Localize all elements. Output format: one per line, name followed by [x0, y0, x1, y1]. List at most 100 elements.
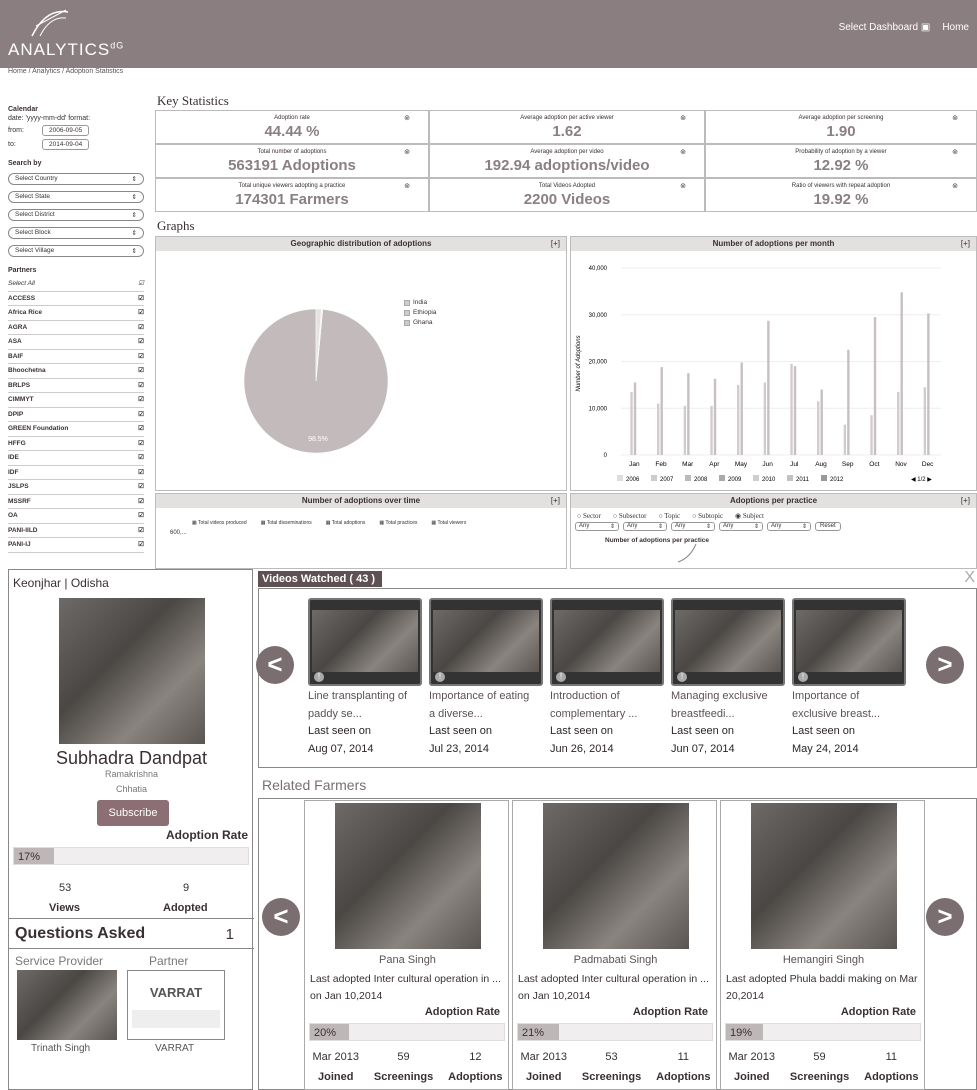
bar-2011-aug[interactable] — [820, 389, 823, 455]
checkbox-icon[interactable]: ☑ — [138, 306, 144, 320]
partner-item[interactable]: IDE ☑ — [8, 451, 144, 466]
overtime-legend-item[interactable]: ▦ Total disseminations — [261, 520, 312, 526]
expand-button[interactable]: [+] — [551, 494, 560, 508]
partner-item[interactable]: ASA ☑ — [8, 335, 144, 350]
partner-item[interactable]: PANI-IILD ☑ — [8, 524, 144, 538]
video-title[interactable]: Line transplanting of — [308, 688, 430, 706]
radio-subtopic[interactable]: ○ Subtopic — [692, 512, 723, 520]
checkbox-icon[interactable]: ☑ — [138, 277, 144, 291]
service-provider-photo[interactable] — [17, 970, 117, 1040]
bar-2010-oct[interactable] — [870, 415, 873, 455]
expand-button[interactable]: [+] — [551, 237, 560, 251]
video-thumbnail[interactable]: ! — [429, 598, 543, 686]
radio-subject[interactable]: ◉ Subject — [735, 512, 764, 520]
app-logo[interactable]: ANALYTICSdG — [8, 40, 124, 60]
overtime-legend-item[interactable]: ▦ Total adoptions — [326, 520, 366, 526]
select-country[interactable]: Select Country ⇕ — [8, 173, 144, 185]
bar-2010-nov[interactable] — [897, 391, 900, 455]
checkbox-icon[interactable]: ☑ — [138, 422, 144, 436]
videos-prev-arrow-icon[interactable]: < — [256, 646, 294, 684]
subscribe-button[interactable]: Subscribe — [97, 800, 169, 826]
legend-item[interactable]: India — [404, 299, 437, 306]
partner-item[interactable]: HFFG ☑ — [8, 437, 144, 451]
legend-label[interactable]: 2011 — [796, 477, 810, 483]
video-title-cont[interactable]: exclusive breast... — [792, 706, 914, 724]
checkbox-icon[interactable]: ☑ — [138, 350, 144, 364]
checkbox-icon[interactable]: ☑ — [138, 538, 144, 552]
help-icon[interactable]: ⊚ — [404, 182, 410, 190]
reset-button[interactable]: Reset — [815, 522, 841, 531]
help-icon[interactable]: ⊚ — [680, 182, 686, 190]
help-icon[interactable]: ⊚ — [680, 114, 686, 122]
select-dashboard-menu[interactable]: Select Dashboard ▣ — [839, 22, 931, 33]
partner-logo[interactable]: VARRAT — [127, 970, 225, 1040]
checkbox-icon[interactable]: ☑ — [138, 393, 144, 407]
bar-2010-aug[interactable] — [817, 401, 820, 455]
legend-label[interactable]: 2008 — [694, 477, 708, 483]
partner-item[interactable]: GREEN Foundation ☑ — [8, 422, 144, 437]
bar-2011-dec[interactable] — [927, 313, 930, 455]
partner-item[interactable]: BAIF ☑ — [8, 350, 144, 364]
help-icon[interactable]: ⊚ — [404, 114, 410, 122]
radio-topic[interactable]: ○ Topic — [658, 512, 680, 520]
partner-item[interactable]: Africa Rice ☑ — [8, 306, 144, 321]
videos-next-arrow-icon[interactable]: > — [926, 646, 964, 684]
help-icon[interactable]: ⊚ — [952, 114, 958, 122]
partner-item[interactable]: PANI-IJ ☑ — [8, 538, 144, 553]
bar-2011-jul[interactable] — [793, 366, 797, 455]
partner-item[interactable]: BRLPS ☑ — [8, 379, 144, 393]
checkbox-icon[interactable]: ☑ — [138, 466, 144, 480]
bar-2011-apr[interactable] — [713, 378, 717, 455]
expand-button[interactable]: [+] — [961, 237, 970, 251]
bar-2011-feb[interactable] — [660, 367, 663, 455]
bar-2010-dec[interactable] — [923, 387, 927, 455]
select-village[interactable]: Select Village ⇕ — [8, 245, 144, 257]
bar-2011-mar[interactable] — [687, 373, 690, 455]
checkbox-icon[interactable]: ☑ — [138, 495, 144, 509]
expand-button[interactable]: [+] — [961, 494, 970, 508]
practice-filter-select[interactable]: Any ⇕ — [623, 522, 667, 531]
bar-2010-mar[interactable] — [683, 405, 687, 455]
partner-item[interactable]: CIMMYT ☑ — [8, 393, 144, 408]
info-icon[interactable]: ! — [556, 672, 566, 682]
partner-item[interactable]: MSSRF ☑ — [8, 495, 144, 509]
home-link[interactable]: Home — [942, 22, 969, 33]
partner-item[interactable]: IDF ☑ — [8, 466, 144, 480]
practice-filter-select[interactable]: Any ⇕ — [575, 522, 619, 531]
partner-item[interactable]: DPIP ☑ — [8, 408, 144, 422]
practice-filter-select[interactable]: Any ⇕ — [671, 522, 715, 531]
bar-2011-oct[interactable] — [873, 317, 877, 455]
bar-2011-jun[interactable] — [767, 320, 770, 455]
bar-2010-may[interactable] — [737, 384, 740, 455]
checkbox-icon[interactable]: ☑ — [138, 379, 144, 393]
legend-label[interactable]: 2009 — [728, 477, 742, 483]
farmers-prev-arrow-icon[interactable]: < — [262, 898, 300, 936]
overtime-legend-item[interactable]: ▦ Total videos produced — [192, 520, 247, 526]
select-block[interactable]: Select Block ⇕ — [8, 227, 144, 239]
video-thumbnail[interactable]: ! — [308, 598, 422, 686]
farmers-next-arrow-icon[interactable]: > — [926, 898, 964, 936]
checkbox-icon[interactable]: ☑ — [138, 437, 144, 451]
checkbox-icon[interactable]: ☑ — [138, 480, 144, 494]
legend-item[interactable]: Ghana — [404, 319, 437, 326]
related-farmer-card[interactable]: Padmabati Singh Last adopted Inter cultur… — [512, 800, 717, 1090]
legend-item[interactable]: Ethiopia — [404, 309, 437, 316]
partner-item[interactable]: Select All ☑ — [8, 277, 144, 292]
related-farmer-card[interactable]: Pana Singh Last adopted Inter cultural op… — [304, 800, 509, 1090]
video-title[interactable]: Importance of — [792, 688, 914, 706]
legend-label[interactable]: 2006 — [626, 477, 640, 483]
from-date-input[interactable]: 2006-09-05 — [42, 125, 90, 136]
bar-2010-apr[interactable] — [710, 405, 713, 455]
select-district[interactable]: Select District ⇕ — [8, 209, 144, 221]
radio-subsector[interactable]: ○ Subsector — [613, 512, 647, 520]
video-thumbnail[interactable]: ! — [792, 598, 906, 686]
bar-2010-sep[interactable] — [843, 424, 847, 455]
practice-filter-select[interactable]: Any ⇕ — [719, 522, 763, 531]
video-title-cont[interactable]: complementary ... — [550, 706, 672, 724]
legend-label[interactable]: 2012 — [830, 477, 844, 483]
help-icon[interactable]: ⊚ — [404, 148, 410, 156]
legend-pager[interactable]: ◀ 1/2 ▶ — [911, 477, 932, 483]
bar-2011-nov[interactable] — [900, 292, 903, 455]
video-title-cont[interactable]: paddy se... — [308, 706, 430, 724]
bar-2011-jan[interactable] — [633, 382, 637, 455]
